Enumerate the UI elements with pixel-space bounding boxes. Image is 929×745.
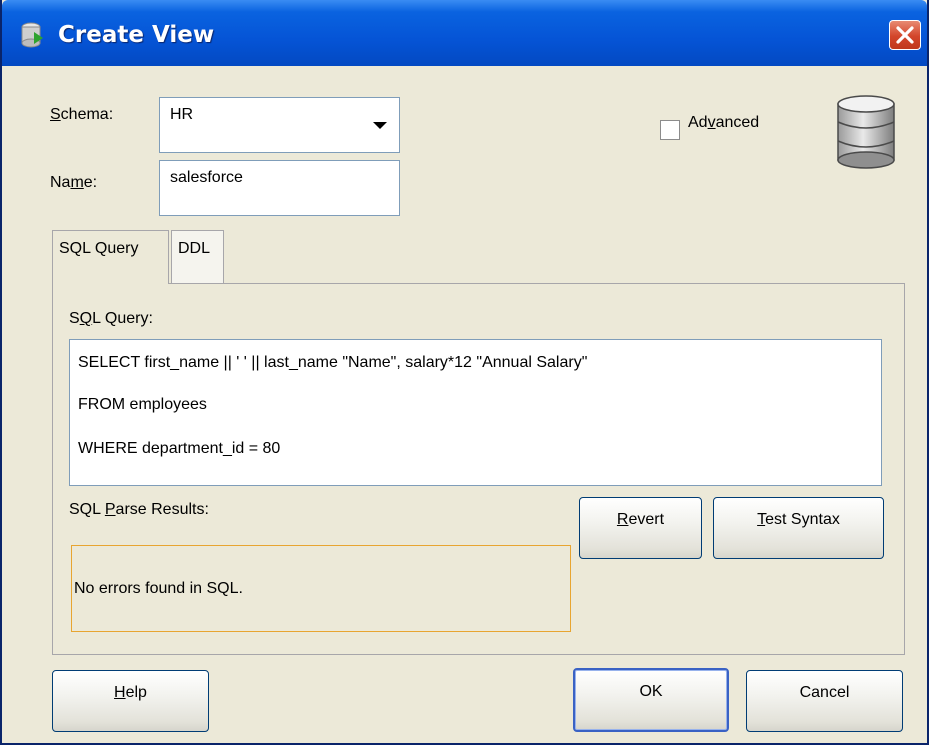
- chevron-down-icon[interactable]: [373, 122, 387, 129]
- view-app-icon: [21, 22, 43, 48]
- sql-line-3: WHERE department_id = 80: [78, 440, 281, 457]
- sql-line-2: FROM employees: [78, 396, 207, 413]
- sql-parse-results-box: No errors found in SQL.: [71, 545, 571, 632]
- close-icon: [896, 26, 914, 44]
- tab-sql-query[interactable]: SQL Query: [52, 230, 169, 284]
- ok-button[interactable]: OK: [573, 668, 729, 732]
- name-input[interactable]: salesforce: [159, 160, 400, 216]
- test-syntax-button[interactable]: Test Syntax: [713, 497, 884, 559]
- schema-select[interactable]: HR: [159, 97, 400, 153]
- tab-ddl-label: DDL: [178, 240, 211, 257]
- cancel-button-label: Cancel: [799, 684, 850, 701]
- sql-line-1: SELECT first_name || ' ' || last_name "N…: [78, 354, 588, 371]
- advanced-checkbox[interactable]: [660, 120, 680, 140]
- revert-button[interactable]: Revert: [579, 497, 702, 559]
- tab-sql-query-label: SQL Query: [59, 240, 139, 257]
- ok-button-label: OK: [639, 683, 663, 700]
- advanced-label[interactable]: Advanced: [688, 114, 759, 132]
- name-value: salesforce: [170, 169, 243, 186]
- schema-value: HR: [170, 106, 194, 123]
- sql-parse-results-label: SQL Parse Results:: [69, 501, 209, 518]
- help-button[interactable]: Help: [52, 670, 209, 732]
- tab-ddl[interactable]: DDL: [171, 230, 224, 283]
- revert-button-label: Revert: [616, 511, 665, 528]
- cancel-button[interactable]: Cancel: [746, 670, 903, 732]
- create-view-dialog: Create View Schema: HR Name: salesforce …: [0, 0, 929, 745]
- sql-query-editor[interactable]: SELECT first_name || ' ' || last_name "N…: [69, 339, 882, 486]
- title-bar[interactable]: Create View: [2, 0, 927, 66]
- schema-label: Schema:: [50, 106, 114, 123]
- test-syntax-button-label: Test Syntax: [757, 511, 840, 528]
- help-button-label: Help: [114, 684, 147, 701]
- schema-label-text: chema:: [60, 106, 114, 123]
- database-icon: [837, 95, 895, 169]
- close-button[interactable]: [889, 20, 921, 50]
- name-label: Name:: [50, 174, 98, 191]
- parse-results-text: No errors found in SQL.: [74, 580, 243, 597]
- sql-query-label: SQL Query:: [69, 310, 153, 327]
- window-title: Create View: [58, 22, 215, 48]
